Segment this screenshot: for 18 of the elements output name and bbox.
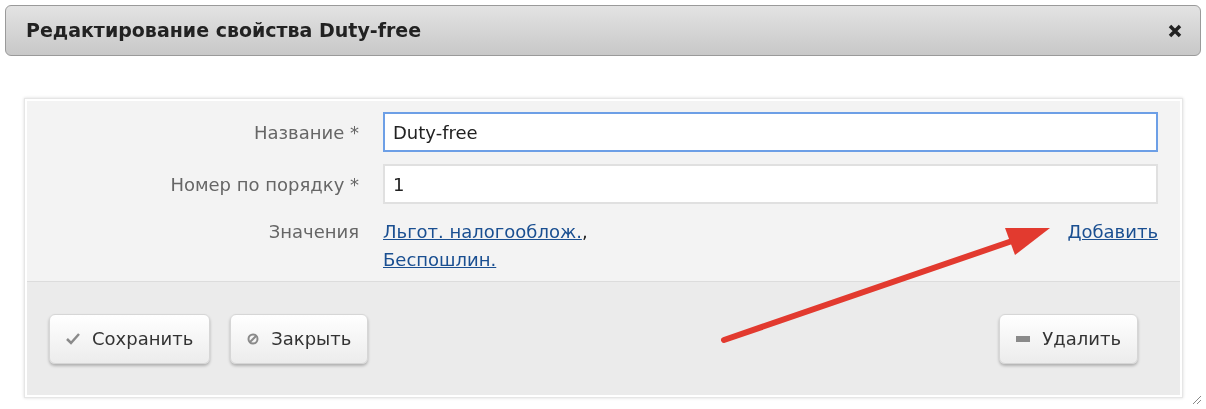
close-button[interactable]: Закрыть bbox=[230, 313, 369, 364]
field-label: Название * bbox=[252, 120, 359, 145]
value-link[interactable]: Беспошлин. bbox=[383, 246, 497, 274]
close-icon[interactable] bbox=[1168, 23, 1182, 38]
value-link[interactable]: Льгот. налогооблож. bbox=[383, 218, 582, 246]
separator-text: , bbox=[581, 220, 588, 244]
delete-button[interactable]: Удалить bbox=[999, 313, 1138, 364]
save-button[interactable]: Сохранить bbox=[49, 313, 211, 364]
add-link[interactable]: Добавить bbox=[1067, 218, 1158, 246]
text-field[interactable]: Duty-free bbox=[383, 112, 1158, 152]
check-icon bbox=[66, 332, 80, 345]
values-label: Значения bbox=[267, 220, 359, 244]
text-field[interactable]: 1 bbox=[383, 164, 1158, 204]
resize-grip-icon[interactable] bbox=[1190, 393, 1202, 405]
minus-icon bbox=[1016, 335, 1031, 342]
ban-icon bbox=[247, 332, 260, 345]
field-label: Номер по порядку * bbox=[169, 172, 359, 197]
dialog-title: Редактирование свойства Duty-free bbox=[26, 18, 422, 44]
